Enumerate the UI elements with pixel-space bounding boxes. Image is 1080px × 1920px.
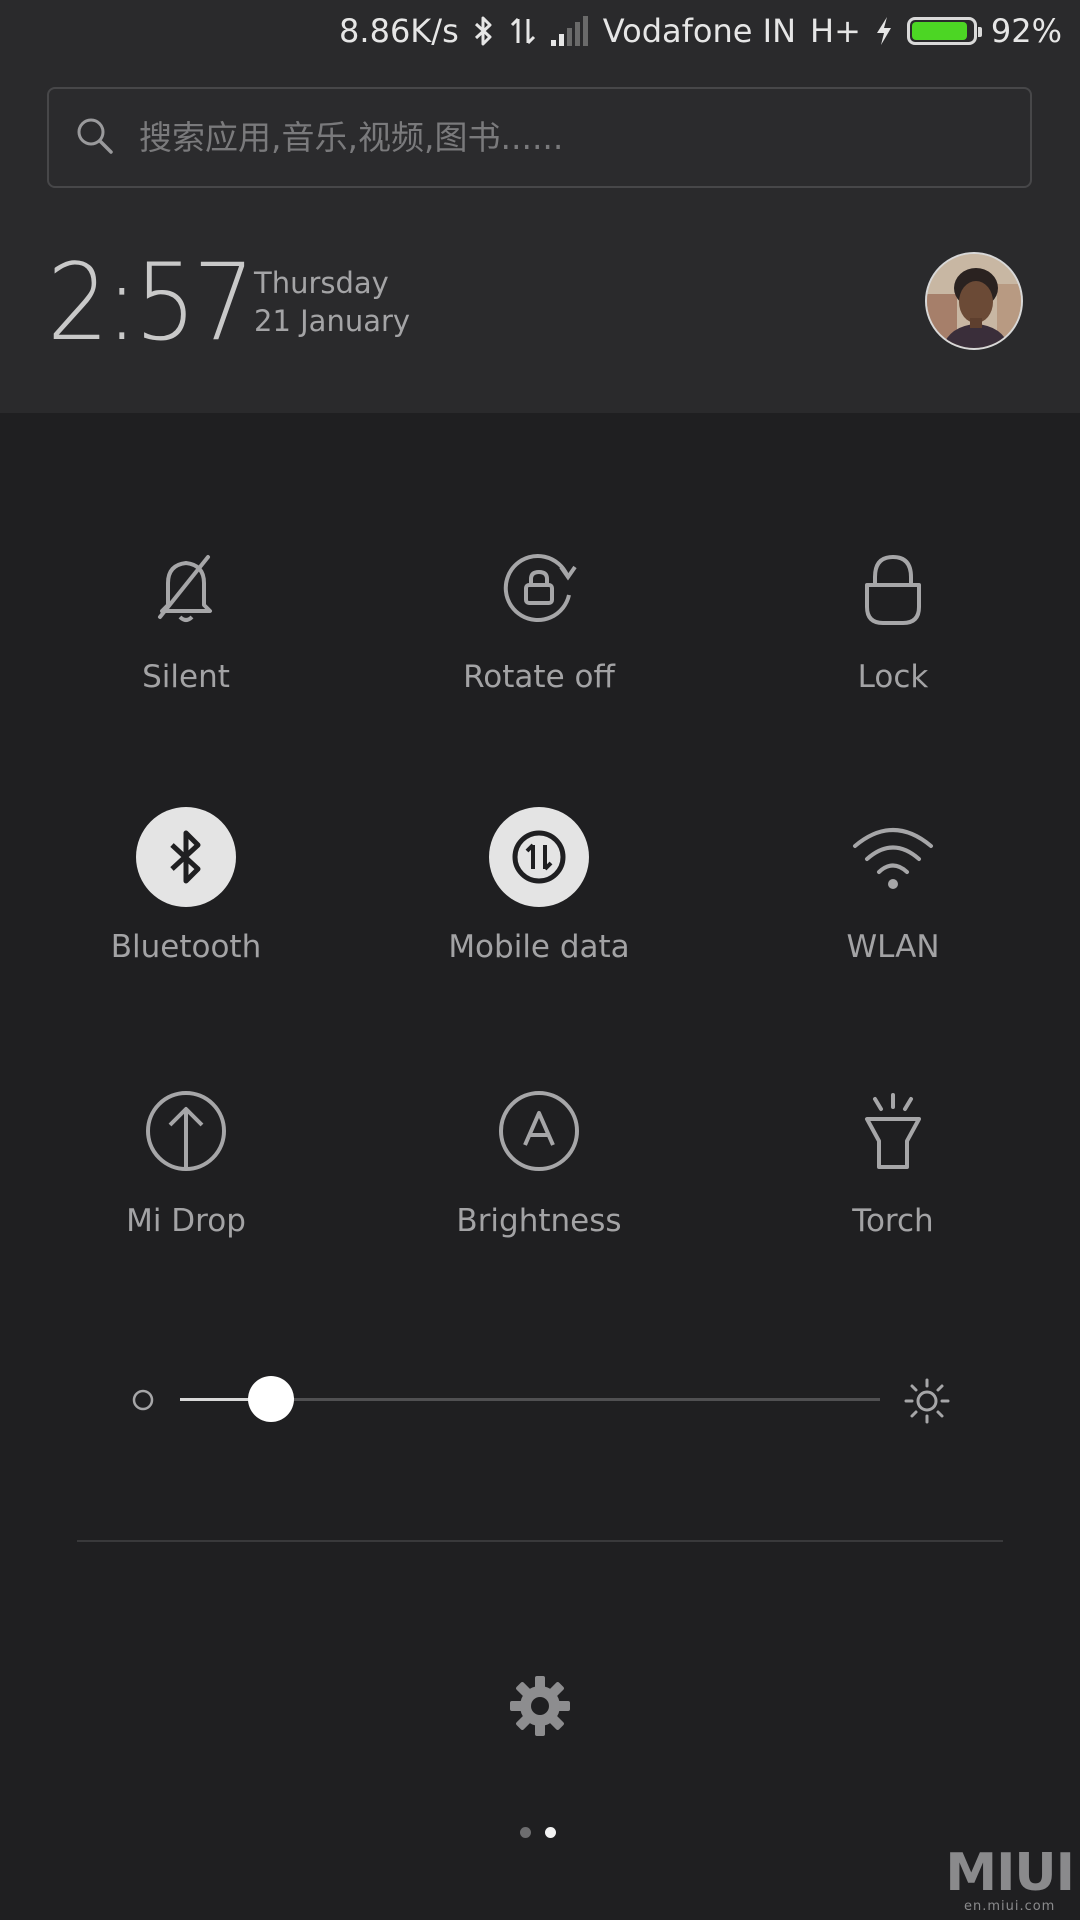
toggle-wlan[interactable]: WLAN (743, 807, 1043, 965)
search-input[interactable] (137, 117, 981, 158)
divider (77, 1540, 1003, 1542)
toggle-bluetooth[interactable]: Bluetooth (36, 807, 336, 965)
battery-percent: 92% (990, 12, 1062, 50)
network-type: H+ (810, 12, 861, 50)
battery-icon (906, 17, 982, 45)
rotate-lock-icon (489, 537, 589, 637)
flashlight-icon (843, 1081, 943, 1181)
brightness-low-icon (131, 1388, 155, 1416)
user-avatar[interactable] (925, 252, 1023, 350)
date-text: 21 January (254, 304, 411, 338)
signal-icon (550, 16, 589, 46)
page-dot-1[interactable] (520, 1827, 531, 1838)
settings-gear-icon[interactable] (508, 1674, 572, 1738)
toggle-torch-label: Torch (852, 1203, 934, 1239)
carrier-name: Vodafone IN (602, 12, 796, 50)
brightness-high-icon (904, 1378, 950, 1428)
toggle-torch[interactable]: Torch (743, 1081, 1043, 1239)
top-panel: 8.86K/s Vodafone IN H+ 92% 2:57 Thursday… (0, 0, 1080, 413)
toggle-mobile-data[interactable]: Mobile data (389, 807, 689, 965)
charging-icon (875, 15, 893, 47)
clock-time[interactable]: 2:57 (47, 248, 255, 358)
auto-brightness-icon (489, 1081, 589, 1181)
page-indicator (520, 1827, 556, 1838)
lock-icon (843, 537, 943, 637)
toggle-mi-drop-label: Mi Drop (126, 1203, 246, 1239)
brightness-slider[interactable] (180, 1376, 880, 1422)
toggle-rotate[interactable]: Rotate off (389, 537, 689, 695)
brightness-slider-row (0, 1370, 1080, 1430)
upload-icon (136, 1081, 236, 1181)
toggle-lock-label: Lock (857, 659, 929, 695)
toggle-brightness-label: Brightness (456, 1203, 622, 1239)
mobile-data-icon (489, 807, 589, 907)
miui-watermark: MIUI en.miui.com (945, 1843, 1075, 1914)
network-speed: 8.86K/s (339, 12, 459, 50)
toggle-brightness[interactable]: Brightness (389, 1081, 689, 1239)
toggle-silent-label: Silent (142, 659, 230, 695)
bluetooth-icon (473, 15, 495, 47)
wifi-icon (843, 807, 943, 907)
bell-off-icon (136, 537, 236, 637)
toggle-wlan-label: WLAN (846, 929, 940, 965)
data-transfer-icon (509, 15, 537, 47)
brightness-slider-thumb[interactable] (248, 1376, 294, 1422)
battery-level-fill (911, 22, 968, 40)
toggle-lock[interactable]: Lock (743, 537, 1043, 695)
watermark-url: en.miui.com (963, 1899, 1056, 1914)
toggle-bluetooth-label: Bluetooth (110, 929, 262, 965)
page-dot-2[interactable] (545, 1827, 556, 1838)
day-of-week: Thursday (254, 266, 389, 300)
toggle-mobile-data-label: Mobile data (448, 929, 630, 965)
date-block[interactable]: Thursday 21 January (254, 264, 410, 340)
watermark-brand: MIUI (945, 1843, 1075, 1903)
bluetooth-toggle-icon (136, 807, 236, 907)
search-bar[interactable] (47, 87, 1032, 188)
toggle-silent[interactable]: Silent (36, 537, 336, 695)
search-icon (75, 116, 115, 160)
status-bar: 8.86K/s Vodafone IN H+ 92% (339, 0, 1062, 62)
toggle-mi-drop[interactable]: Mi Drop (36, 1081, 336, 1239)
toggle-rotate-label: Rotate off (463, 659, 615, 695)
